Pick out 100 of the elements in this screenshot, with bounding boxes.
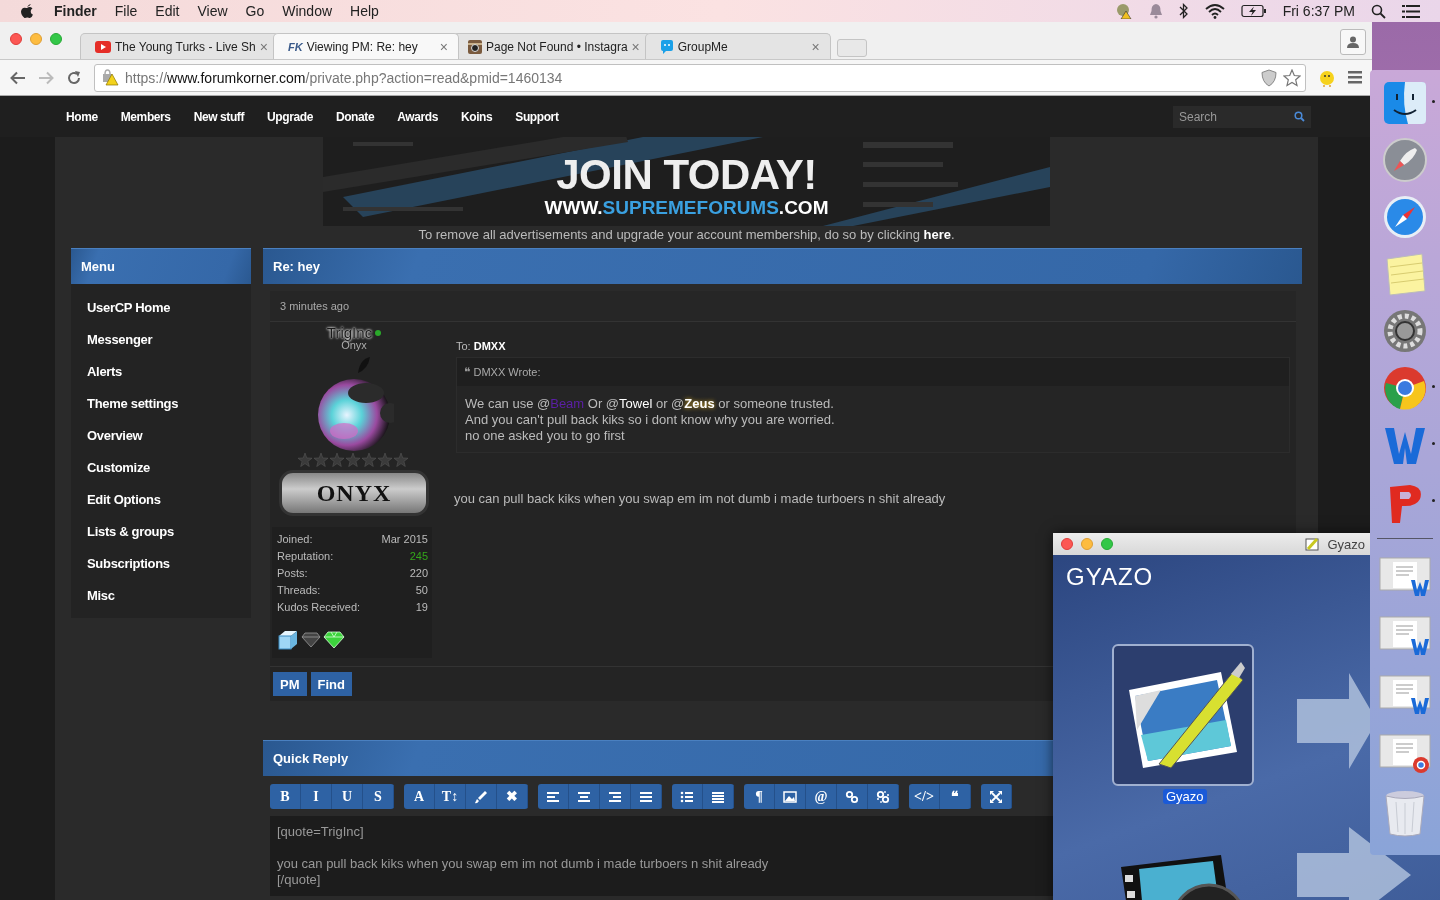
- nav-link[interactable]: Upgrade: [267, 109, 313, 124]
- advertisement-banner[interactable]: JOIN TODAY! WWW.SUPREMEFORUMS.COM: [323, 137, 1050, 226]
- toolbar-button[interactable]: [868, 784, 899, 809]
- app-label[interactable]: Gyazo: [1163, 789, 1207, 804]
- battery-icon[interactable]: [1240, 4, 1267, 18]
- nav-link[interactable]: Members: [120, 109, 171, 124]
- menu-item[interactable]: View: [197, 3, 228, 19]
- toolbar-button[interactable]: @: [806, 784, 837, 809]
- reload-icon[interactable]: [66, 69, 82, 86]
- gear-icon[interactable]: [1382, 308, 1428, 354]
- search-icon[interactable]: [1371, 3, 1386, 19]
- action-button[interactable]: PM: [273, 672, 307, 696]
- browser-tab[interactable]: FK Viewing PM: Re: hey ×: [272, 33, 459, 59]
- toolbar-button[interactable]: T↕: [435, 784, 466, 809]
- chick-icon[interactable]: [1318, 68, 1336, 87]
- toolbar-button[interactable]: B: [270, 784, 301, 809]
- nav-link[interactable]: Home: [66, 109, 98, 124]
- rocket-icon[interactable]: [1382, 137, 1428, 183]
- smiling-face-icon[interactable]: [1382, 80, 1428, 126]
- sidebar-link[interactable]: Theme settings: [71, 388, 251, 420]
- mention-link[interactable]: Zeus: [684, 396, 715, 411]
- window-thumbnail-icon[interactable]: [1379, 554, 1431, 598]
- app-status-icon[interactable]: [1114, 3, 1133, 19]
- address-bar[interactable]: https://www.forumkorner.com/private.php?action=read&pmid=1460134: [94, 63, 1306, 92]
- sidebar-link[interactable]: Misc: [71, 580, 251, 612]
- nav-link[interactable]: New stuff: [193, 109, 245, 124]
- menu-item[interactable]: Help: [350, 3, 379, 19]
- nav-link[interactable]: Support: [515, 109, 559, 124]
- toolbar-button[interactable]: [981, 784, 1012, 809]
- sidebar-link[interactable]: Edit Options: [71, 484, 251, 516]
- clock-text[interactable]: Fri 6:37 PM: [1282, 3, 1355, 19]
- toolbar-button[interactable]: [837, 784, 868, 809]
- menu-item[interactable]: Go: [245, 3, 265, 19]
- window-thumbnail-icon[interactable]: [1379, 672, 1431, 716]
- toolbar-button[interactable]: [538, 784, 569, 809]
- window-thumbnail-icon[interactable]: [1379, 731, 1431, 775]
- toolbar-button[interactable]: ❝: [940, 784, 971, 809]
- bluetooth-icon[interactable]: [1178, 3, 1189, 19]
- sidebar-link[interactable]: Alerts: [71, 356, 251, 388]
- close-button[interactable]: [1061, 538, 1073, 550]
- nav-link[interactable]: Donate: [335, 109, 375, 124]
- close-tab-icon[interactable]: ×: [259, 38, 268, 55]
- shield-icon[interactable]: [1261, 68, 1277, 87]
- menu-item[interactable]: File: [114, 3, 138, 19]
- brush-icon: [474, 789, 488, 804]
- toolbar-button[interactable]: [631, 784, 662, 809]
- action-button[interactable]: Find: [310, 672, 352, 696]
- menu-item[interactable]: Finder: [54, 3, 97, 19]
- search-field[interactable]: Search: [1173, 105, 1311, 128]
- list-menu-icon[interactable]: [1402, 4, 1420, 18]
- ad-removal-link[interactable]: here: [923, 227, 951, 242]
- browser-tab[interactable]: GroupMe ×: [644, 33, 831, 59]
- play-icon: [95, 40, 111, 53]
- sidebar-link[interactable]: Customize: [71, 452, 251, 484]
- nav-link[interactable]: Awards: [397, 109, 438, 124]
- app-logo: GYAZO: [1066, 563, 1154, 591]
- star-icon[interactable]: [1283, 68, 1301, 87]
- toolbar-button[interactable]: [703, 784, 734, 809]
- window-thumbnail-icon[interactable]: [1379, 613, 1431, 657]
- chrome-icon[interactable]: [1382, 365, 1428, 411]
- running-dot: [1432, 100, 1435, 103]
- menu-icon[interactable]: [1348, 71, 1362, 84]
- toolbar-button[interactable]: ✖: [497, 784, 528, 809]
- sidebar-link[interactable]: UserCP Home: [71, 292, 251, 324]
- sidebar-link[interactable]: Lists & groups: [71, 516, 251, 548]
- sidebar-link[interactable]: Messenger: [71, 324, 251, 356]
- toolbar-button[interactable]: ¶: [744, 784, 775, 809]
- toolbar-button[interactable]: [569, 784, 600, 809]
- menu-item[interactable]: Window: [282, 3, 333, 19]
- wifi-icon[interactable]: [1204, 3, 1225, 19]
- sidebar-link[interactable]: Subscriptions: [71, 548, 251, 580]
- chat-bubble-icon: [659, 39, 674, 54]
- mention-link[interactable]: Towel: [619, 396, 653, 411]
- toolbar-button[interactable]: [775, 784, 806, 809]
- nav-link[interactable]: Koins: [460, 109, 493, 124]
- running-dot: [1432, 385, 1435, 388]
- zoom-button[interactable]: [50, 32, 62, 45]
- toolbar-button[interactable]: I: [301, 784, 332, 809]
- close-button[interactable]: [10, 32, 22, 45]
- close-tab-icon[interactable]: ×: [631, 38, 640, 55]
- toolbar-button[interactable]: U: [332, 784, 363, 809]
- ad-notice: To remove all advertisements and upgrade your account membership, do so by clicking here.: [418, 227, 955, 242]
- menu-item[interactable]: Edit: [155, 3, 180, 19]
- apple-menu-icon[interactable]: [20, 3, 34, 19]
- toolbar-button[interactable]: [600, 784, 631, 809]
- sidebar-link[interactable]: Overview: [71, 420, 251, 452]
- toolbar-button[interactable]: A: [404, 784, 435, 809]
- toolbar-button[interactable]: </>: [909, 784, 940, 809]
- toolbar-button[interactable]: [672, 784, 703, 809]
- app-icon-tile[interactable]: [1112, 644, 1254, 786]
- reply-field[interactable]: [quote=TrigInc] you can pull back kiks when you swap em im not dumb i made turboers n shit already [/quote]: [270, 816, 1053, 896]
- toolbar-button[interactable]: S: [363, 784, 394, 809]
- back-icon[interactable]: [10, 70, 26, 85]
- compass-icon[interactable]: [1382, 194, 1428, 240]
- toolbar-button[interactable]: [466, 784, 497, 809]
- profile-button[interactable]: [1340, 28, 1366, 55]
- close-tab-icon[interactable]: ×: [439, 38, 448, 55]
- close-tab-icon[interactable]: ×: [811, 38, 820, 55]
- username-link[interactable]: TrigInc: [326, 324, 373, 341]
- recipient-text: To: DMXX: [456, 340, 507, 352]
